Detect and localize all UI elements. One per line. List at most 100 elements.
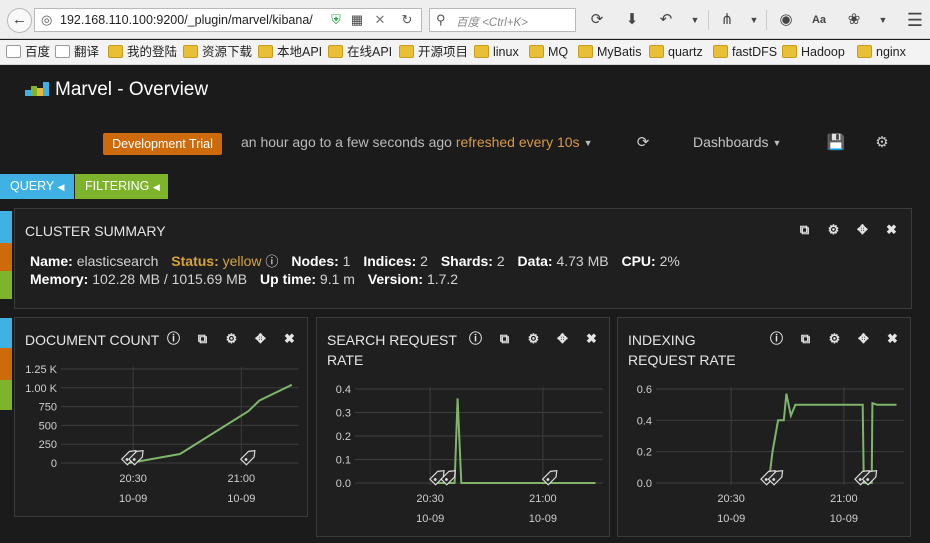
back-button[interactable]: ← (7, 8, 32, 33)
chevron-down-icon[interactable]: ▼ (873, 9, 893, 31)
y-tick-label: 0.0 (637, 478, 652, 490)
close-icon[interactable]: ✖ (883, 221, 900, 239)
folder-icon (258, 45, 273, 58)
paw-icon (6, 45, 21, 58)
y-tick-label: 500 (39, 420, 57, 432)
indexing-rate-chart: 0.6 0.4 0.2 0.0 20:30 10-09 21:00 10-09 (637, 384, 904, 525)
summary-line-1: Name: elasticsearch Status: yellow ⓘ Nod… (30, 253, 680, 269)
bookmark-folder[interactable]: quartz (649, 44, 703, 61)
search-icon: ⚲ (436, 12, 446, 27)
series-line (437, 398, 596, 484)
shards-count: 2 (496, 253, 505, 269)
bug-icon[interactable]: ❀ (844, 9, 864, 31)
document-count-chart: 1.25 K 1.00 K 750 500 250 0 20:30 10-09 21:00 10-… (25, 364, 299, 505)
trial-badge[interactable]: Development Trial (103, 133, 222, 155)
series-line (767, 393, 897, 484)
y-tick-label: 0 (51, 458, 57, 470)
bookmark-folder[interactable]: 我的登陆 (108, 44, 177, 61)
bookmark-folder[interactable]: 在线API (328, 44, 392, 61)
y-tick-label: 0.2 (637, 447, 652, 459)
reader-icon[interactable]: Aa (809, 9, 829, 31)
y-tick-label: 0.3 (336, 408, 351, 420)
bookmark-folder[interactable]: 本地API (258, 44, 322, 61)
uptime: 9.1 m (319, 271, 355, 287)
annotation-tag-icon (128, 449, 144, 466)
timespan-text: an hour ago to a few seconds ago (241, 134, 452, 150)
undo-icon[interactable]: ↶ (656, 9, 676, 31)
info-icon[interactable]: ⓘ (265, 254, 278, 269)
search-input[interactable]: 百度 <Ctrl+K> (456, 14, 528, 30)
reload-icon[interactable]: ↻ (399, 12, 415, 28)
y-tick-label: 0.1 (336, 455, 351, 467)
indexing-request-rate-panel: INDEXING REQUEST RATE ⓘ ⧉ ⚙ ✥ ✖ 0.6 0.4 0.2 0.0… (617, 317, 911, 537)
qr-code-icon[interactable]: ▦ (349, 12, 365, 28)
x-tick-date: 10-09 (119, 493, 147, 505)
close-icon[interactable]: ✕ (372, 12, 388, 28)
bookmarks-bar: 百度 翻译 我的登陆 资源下载 本地API 在线API 开源项目 linux M… (0, 40, 930, 65)
caret-left-icon: ◀ (152, 182, 160, 192)
shield-icon[interactable]: ⛨ (328, 12, 344, 28)
row-controls[interactable] (0, 211, 12, 299)
marvel-logo-icon (25, 82, 49, 96)
caret-down-icon: ▼ (583, 138, 593, 148)
marvel-app: Marvel - Overview Development Trial an h… (0, 66, 930, 543)
search-box[interactable]: ⚲ 百度 <Ctrl+K> (429, 8, 576, 32)
x-tick-date: 10-09 (416, 513, 444, 525)
folder-icon (474, 45, 489, 58)
refresh-icon[interactable]: ⟳ (633, 132, 653, 154)
crop-icon[interactable]: ⋔ (717, 9, 737, 31)
y-tick-label: 1.25 K (25, 364, 57, 376)
y-tick-label: 750 (39, 402, 57, 414)
row-controls[interactable] (0, 318, 12, 410)
bookmark-folder[interactable]: fastDFS (713, 44, 777, 61)
indices-count: 2 (420, 253, 428, 269)
folder-icon (578, 45, 593, 58)
summary-line-2: Memory: 102.28 MB / 1015.69 MB Up time: … (30, 271, 459, 287)
y-tick-label: 0.6 (637, 384, 652, 396)
bookmark-folder[interactable]: MQ (529, 44, 568, 61)
address-bar[interactable]: ◎ 192.168.110.100:9200/_plugin/marvel/ki… (34, 8, 422, 32)
address-text: 192.168.110.100:9200/_plugin/marvel/kiba… (60, 13, 313, 27)
data-size: 4.73 MB (556, 253, 609, 269)
chevron-down-icon[interactable]: ▼ (744, 9, 764, 31)
x-tick-label: 20:30 (717, 493, 745, 505)
folder-icon (857, 45, 872, 58)
timepicker[interactable]: an hour ago to a few seconds ago refresh… (241, 134, 592, 150)
bookmark-folder[interactable]: MyBatis (578, 44, 641, 61)
app-title[interactable]: Marvel - Overview (25, 78, 208, 102)
query-toggle[interactable]: QUERY ◀ (0, 174, 74, 199)
browser-icon[interactable]: ◉ (776, 9, 796, 31)
move-icon[interactable]: ✥ (854, 221, 871, 239)
bookmark-item[interactable]: 百度 (6, 44, 50, 61)
x-tick-label: 21:00 (529, 493, 557, 505)
refresh-interval[interactable]: refreshed every 10s (456, 134, 580, 150)
memory-usage: 102.28 MB / 1015.69 MB (92, 271, 248, 287)
gear-icon[interactable]: ⚙ (872, 132, 892, 154)
cluster-name: elasticsearch (76, 253, 159, 269)
save-icon[interactable]: 💾 (826, 132, 846, 154)
bookmark-folder[interactable]: linux (474, 44, 519, 61)
series-line (129, 383, 293, 464)
download-icon[interactable]: ⬇ (622, 9, 642, 31)
bookmark-folder[interactable]: 资源下载 (183, 44, 252, 61)
x-tick-label: 21:00 (228, 473, 256, 485)
panel-title: CLUSTER SUMMARY (25, 223, 166, 239)
cpu-usage: 2% (659, 253, 680, 269)
dashboards-menu[interactable]: Dashboards ▼ (693, 134, 781, 150)
folder-icon (399, 45, 414, 58)
annotation-tag-icon (239, 449, 256, 466)
bookmark-item[interactable]: 翻译 (55, 44, 99, 61)
chevron-down-icon[interactable]: ▼ (685, 9, 705, 31)
bookmark-folder[interactable]: 开源项目 (399, 44, 468, 61)
extension-icon[interactable]: ⟳ (587, 9, 607, 31)
bookmark-folder[interactable]: nginx (857, 44, 906, 61)
x-tick-date: 10-09 (717, 513, 745, 525)
menu-icon[interactable]: ☰ (905, 9, 925, 31)
folder-icon (782, 45, 797, 58)
copy-icon[interactable]: ⧉ (796, 221, 813, 239)
filtering-toggle[interactable]: FILTERING ◀ (75, 174, 168, 199)
bookmark-folder[interactable]: Hadoop (782, 44, 845, 61)
x-tick-date: 10-09 (830, 513, 858, 525)
gear-icon[interactable]: ⚙ (825, 221, 842, 239)
translate-icon (55, 45, 70, 58)
